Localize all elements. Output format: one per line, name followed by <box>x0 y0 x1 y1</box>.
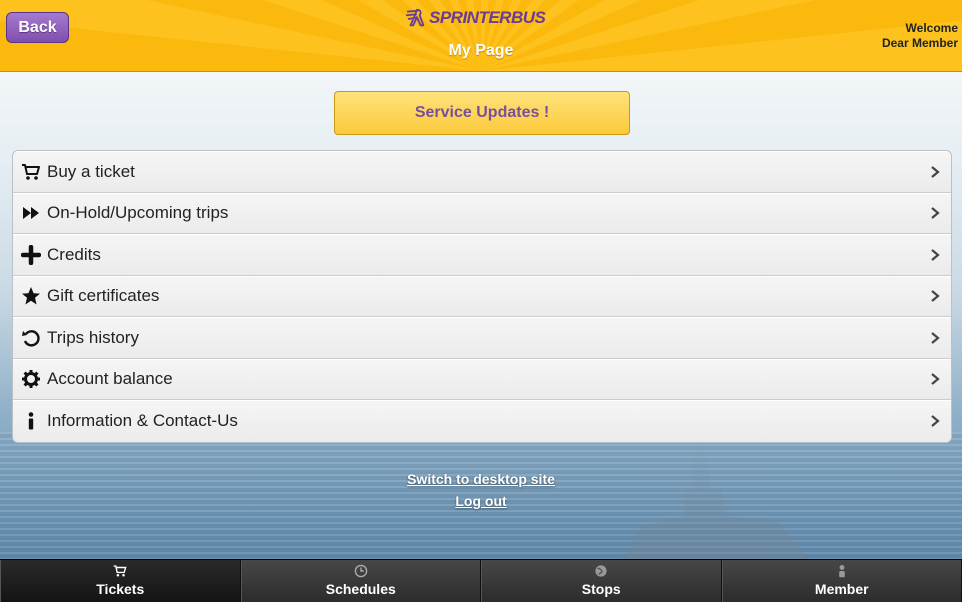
menu-item-upcoming-trips[interactable]: On-Hold/Upcoming trips <box>13 192 951 234</box>
chevron-right-icon <box>931 290 940 303</box>
footer-links: Switch to desktop site Log out <box>381 468 581 512</box>
chevron-right-icon <box>931 415 940 428</box>
tab-label: Schedules <box>325 581 396 597</box>
welcome-line: Welcome <box>905 21 958 35</box>
person-icon <box>838 565 845 578</box>
page-title: My Page <box>448 42 514 59</box>
service-updates-button[interactable]: Service Updates ! <box>334 91 630 135</box>
chevron-right-icon <box>931 165 940 178</box>
back-button[interactable]: Back <box>6 12 69 43</box>
chevron-right-icon <box>931 248 940 261</box>
menu-item-buy-ticket[interactable]: Buy a ticket <box>13 151 951 193</box>
menu-item-label: Account balance <box>47 369 173 389</box>
menu-item-label: On-Hold/Upcoming trips <box>47 203 229 223</box>
info-icon <box>13 411 47 431</box>
chevron-right-icon <box>931 373 940 386</box>
fast-forward-icon <box>13 203 47 223</box>
cart-icon <box>13 162 47 182</box>
menu-item-gift-certificates[interactable]: Gift certificates <box>13 275 951 317</box>
star-icon <box>13 286 47 306</box>
menu-item-label: Gift certificates <box>47 286 160 306</box>
sprinterbus-logo: SPRINTERBUS <box>405 6 555 30</box>
tab-label: Tickets <box>96 581 145 597</box>
tab-member[interactable]: Member <box>721 560 962 602</box>
history-icon <box>13 328 47 348</box>
tab-stops[interactable]: Stops <box>481 560 722 602</box>
menu-item-information-contact[interactable]: Information & Contact-Us <box>13 400 951 442</box>
menu-item-account-balance[interactable]: Account balance <box>13 358 951 400</box>
globe-icon <box>595 565 607 577</box>
menu-item-label: Buy a ticket <box>47 161 135 181</box>
clock-icon <box>354 564 368 578</box>
tab-label: Stops <box>581 581 621 597</box>
bottom-tab-bar: Tickets Schedules Stops Member <box>0 559 962 602</box>
menu-item-label: Credits <box>47 244 101 264</box>
main-menu: Buy a ticket On-Hold/Upcoming trips Cred… <box>12 150 952 443</box>
menu-item-credits[interactable]: Credits <box>13 234 951 276</box>
logout-link[interactable]: Log out <box>381 490 581 512</box>
plus-icon <box>13 244 47 265</box>
menu-item-trips-history[interactable]: Trips history <box>13 317 951 359</box>
app-header: Back SPRINTERBUS My Page Welcome Dear Me… <box>0 0 962 72</box>
chevron-right-icon <box>931 331 940 344</box>
switch-desktop-link[interactable]: Switch to desktop site <box>381 468 581 490</box>
menu-item-label: Trips history <box>47 327 139 347</box>
tab-label: Member <box>814 581 869 597</box>
chevron-right-icon <box>931 207 940 220</box>
cart-icon <box>113 565 127 577</box>
logo-text: SPRINTERBUS <box>429 8 546 27</box>
tab-tickets[interactable]: Tickets <box>0 560 241 602</box>
welcome-message: Welcome Dear Member <box>858 21 958 51</box>
member-name: Dear Member <box>881 36 958 50</box>
gear-icon <box>13 369 47 389</box>
tab-schedules[interactable]: Schedules <box>240 560 481 602</box>
menu-item-label: Information & Contact-Us <box>47 411 238 431</box>
runner-logo-icon <box>405 8 425 27</box>
